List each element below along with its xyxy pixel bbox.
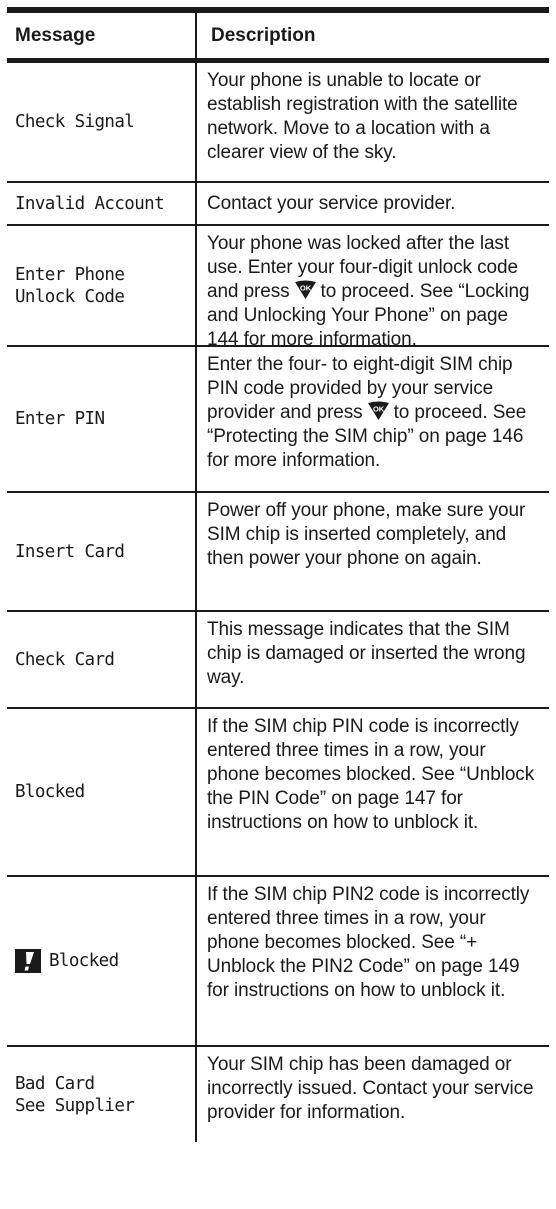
table-row: Invalid Account Contact your service pro… xyxy=(7,183,549,226)
description-text: If the SIM chip PIN code is incorrectly … xyxy=(207,716,535,833)
message-text-line-1: Enter Phone xyxy=(15,264,125,285)
message-text-line-1: Bad Card xyxy=(15,1073,95,1094)
message-text-line-2: Unlock Code xyxy=(15,286,125,307)
message-text: Blocked xyxy=(15,782,85,802)
description-text: Power off your phone, make sure your SIM… xyxy=(207,500,526,569)
description-text: If the SIM chip PIN2 code is incorrectly… xyxy=(207,884,530,1001)
header-message: Message xyxy=(7,13,197,58)
message-text: Insert Card xyxy=(15,541,125,562)
table-row: Insert Card Power off your phone, make s… xyxy=(7,493,549,612)
header-description: Description xyxy=(211,24,316,46)
table-row: Enter Phone Unlock Code Your phone was l… xyxy=(7,226,549,350)
error-message-table: Message Description Check Signal Your ph… xyxy=(7,7,549,1142)
description-text: This message indicates that the SIM chip… xyxy=(207,619,526,688)
table-row: Enter PIN Enter the four- to eight-digit… xyxy=(7,347,549,493)
description-text: Your phone was locked after the last use… xyxy=(207,233,530,350)
message-text: Check Signal xyxy=(15,112,135,132)
message-text: Invalid Account xyxy=(15,193,165,214)
ok-key-icon: OK xyxy=(367,401,389,420)
description-text: Enter the four- to eight-digit SIM chip … xyxy=(207,354,527,471)
table-row: Check Card This message indicates that t… xyxy=(7,612,549,709)
message-text-line-2: See Supplier xyxy=(15,1095,135,1116)
description-text: Your SIM chip has been damaged or incorr… xyxy=(207,1054,534,1123)
table-row: Bad Card See Supplier Your SIM chip has … xyxy=(7,1047,549,1142)
table-row: Check Signal Your phone is unable to loc… xyxy=(7,63,549,183)
ok-key-icon: OK xyxy=(294,280,316,299)
message-text: Blocked xyxy=(49,951,119,971)
message-text: Check Card xyxy=(15,649,115,670)
description-text: Your phone is unable to locate or establ… xyxy=(207,70,518,163)
svg-text:OK: OK xyxy=(300,284,312,293)
description-text: Contact your service provider. xyxy=(207,192,456,214)
exclamation-icon xyxy=(15,949,41,973)
svg-text:OK: OK xyxy=(373,405,385,414)
message-text: Enter PIN xyxy=(15,409,105,429)
table-row: Blocked If the SIM chip PIN code is inco… xyxy=(7,709,549,877)
table-header-row: Message Description xyxy=(7,13,549,63)
table-row: Blocked If the SIM chip PIN2 code is inc… xyxy=(7,877,549,1047)
